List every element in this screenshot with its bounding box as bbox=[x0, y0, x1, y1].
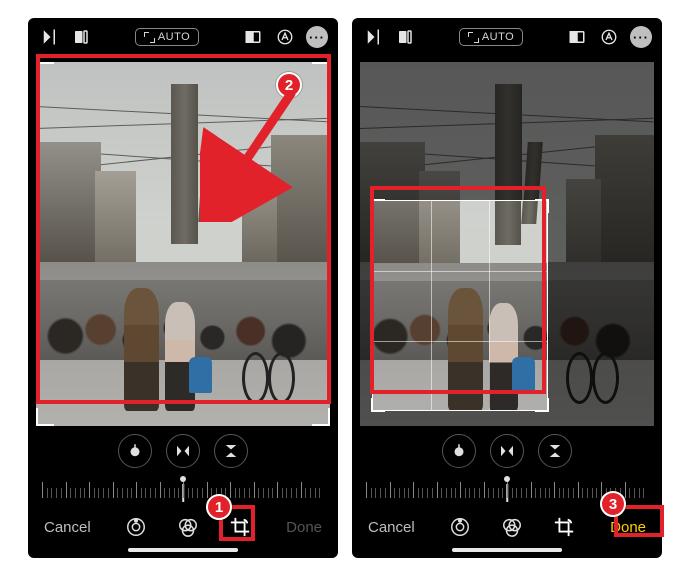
top-toolbar: AUTO ··· bbox=[352, 18, 662, 56]
adjust-icon[interactable] bbox=[449, 516, 471, 538]
home-indicator[interactable] bbox=[452, 548, 562, 552]
photo-canvas[interactable] bbox=[360, 62, 654, 426]
crop-icon[interactable] bbox=[229, 516, 251, 538]
straighten-ruler[interactable] bbox=[42, 476, 324, 506]
straighten-ruler[interactable] bbox=[366, 476, 648, 506]
top-toolbar: AUTO ··· bbox=[28, 18, 338, 56]
cancel-button[interactable]: Cancel bbox=[44, 519, 91, 536]
crop-icon[interactable] bbox=[553, 516, 575, 538]
filters-icon[interactable] bbox=[501, 516, 523, 538]
aspect-ratio-icon[interactable] bbox=[242, 26, 264, 48]
mirror-vertical-icon[interactable] bbox=[214, 434, 248, 468]
photo-canvas[interactable] bbox=[36, 62, 330, 426]
mirror-vertical-icon[interactable] bbox=[538, 434, 572, 468]
flip-vertical-icon[interactable] bbox=[362, 26, 384, 48]
crop-handle-tr[interactable] bbox=[312, 62, 330, 80]
auto-label: AUTO bbox=[482, 31, 514, 43]
auto-label: AUTO bbox=[158, 31, 190, 43]
flip-horizontal-icon[interactable] bbox=[70, 26, 92, 48]
flip-horizontal-icon[interactable] bbox=[394, 26, 416, 48]
done-button: Done bbox=[286, 519, 322, 536]
auto-button[interactable]: AUTO bbox=[135, 28, 199, 46]
adjust-icon[interactable] bbox=[125, 516, 147, 538]
crop-handle-bl[interactable] bbox=[36, 408, 54, 426]
crop-selection[interactable] bbox=[372, 200, 548, 411]
bottom-bar: Cancel Done bbox=[28, 506, 338, 546]
phone-right: AUTO ··· bbox=[352, 18, 662, 558]
rotate-icon[interactable] bbox=[118, 434, 152, 468]
rotate-icon[interactable] bbox=[442, 434, 476, 468]
cancel-button[interactable]: Cancel bbox=[368, 519, 415, 536]
transform-controls bbox=[352, 434, 662, 468]
aspect-ratio-icon[interactable] bbox=[566, 26, 588, 48]
photo-content bbox=[36, 62, 330, 426]
home-indicator[interactable] bbox=[128, 548, 238, 552]
mirror-horizontal-icon[interactable] bbox=[490, 434, 524, 468]
mirror-horizontal-icon[interactable] bbox=[166, 434, 200, 468]
auto-button[interactable]: AUTO bbox=[459, 28, 523, 46]
transform-controls bbox=[28, 434, 338, 468]
crop-handle-br[interactable] bbox=[535, 398, 549, 412]
crop-handle-bl[interactable] bbox=[371, 398, 385, 412]
markup-icon[interactable] bbox=[274, 26, 296, 48]
crop-handle-tr[interactable] bbox=[535, 199, 549, 213]
filters-icon[interactable] bbox=[177, 516, 199, 538]
done-button[interactable]: Done bbox=[610, 519, 646, 536]
markup-icon[interactable] bbox=[598, 26, 620, 48]
phone-left: AUTO ··· bbox=[28, 18, 338, 558]
crop-handle-br[interactable] bbox=[312, 408, 330, 426]
crop-handle-tl[interactable] bbox=[36, 62, 54, 80]
bottom-bar: Cancel Done bbox=[352, 506, 662, 546]
more-icon[interactable]: ··· bbox=[306, 26, 328, 48]
flip-vertical-icon[interactable] bbox=[38, 26, 60, 48]
more-icon[interactable]: ··· bbox=[630, 26, 652, 48]
crop-handle-tl[interactable] bbox=[371, 199, 385, 213]
